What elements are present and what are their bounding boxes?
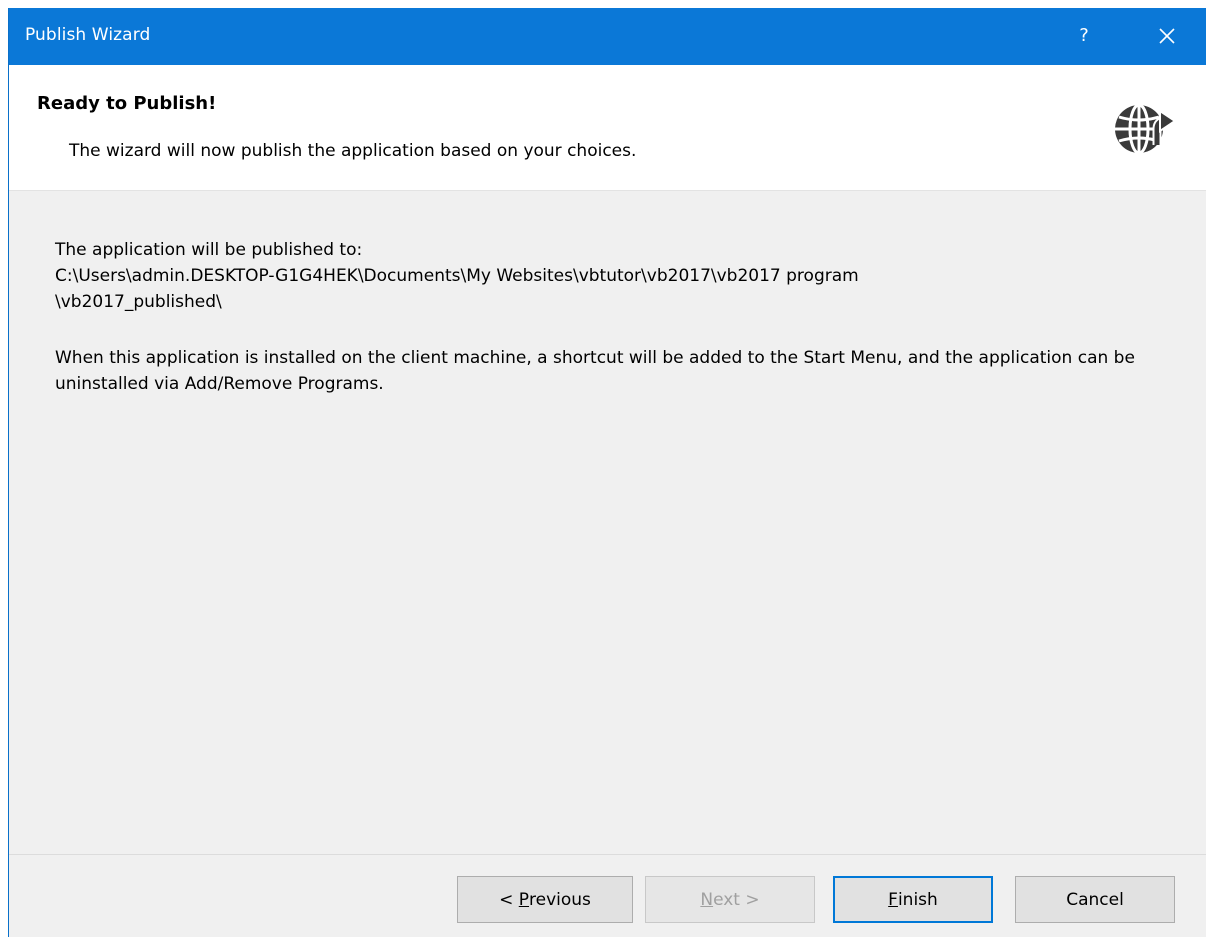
previous-rest: revious — [529, 889, 591, 910]
install-note: When this application is installed on th… — [55, 348, 1135, 394]
cancel-button[interactable]: Cancel — [1015, 876, 1175, 923]
next-button[interactable]: Next > — [645, 876, 815, 923]
page-subtitle: The wizard will now publish the applicat… — [69, 141, 637, 161]
wizard-content: The application will be published to: C:… — [9, 191, 1206, 854]
previous-accel: P — [518, 889, 530, 910]
publish-intro: The application will be published to: — [55, 240, 363, 260]
next-rest: ext > — [713, 889, 760, 910]
finish-button[interactable]: Finish — [833, 876, 993, 923]
wizard-header: Ready to Publish! The wizard will now pu… — [9, 65, 1206, 191]
next-accel: N — [700, 889, 714, 910]
publish-path-line2: \vb2017_published\ — [55, 292, 222, 312]
help-button[interactable]: ? — [1069, 21, 1099, 51]
finish-rest: inish — [897, 889, 938, 910]
close-button[interactable] — [1147, 20, 1187, 52]
window-title: Publish Wizard — [25, 25, 151, 45]
title-bar[interactable]: Publish Wizard ? — [9, 8, 1206, 65]
footer-divider — [9, 854, 1206, 855]
page-title: Ready to Publish! — [37, 93, 217, 114]
publish-wizard-window: Publish Wizard ? Ready to Publish! The w… — [8, 8, 1206, 937]
globe-publish-icon — [1115, 103, 1175, 155]
publish-path-line1: C:\Users\admin.DESKTOP-G1G4HEK\Documents… — [55, 266, 859, 286]
previous-prefix: < — [499, 889, 519, 910]
publish-location-text: The application will be published to: C:… — [55, 237, 1165, 315]
previous-button[interactable]: < Previous — [457, 876, 633, 923]
close-icon — [1159, 28, 1175, 44]
finish-accel: F — [888, 889, 898, 910]
